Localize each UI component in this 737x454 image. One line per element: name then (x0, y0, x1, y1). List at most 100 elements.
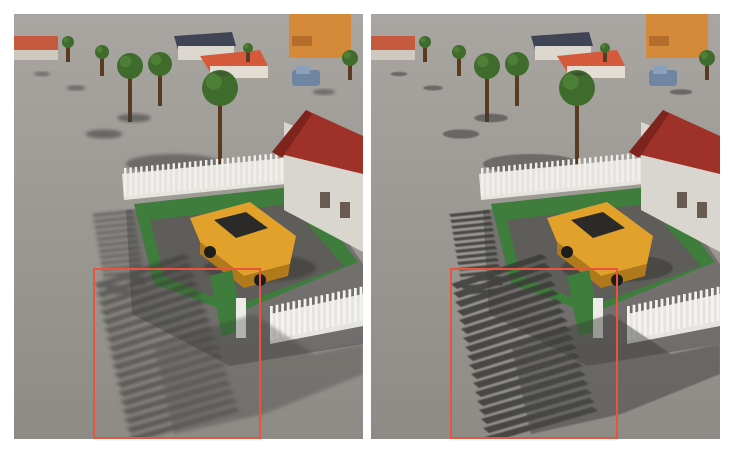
fence-picket (583, 157, 586, 186)
tree-shadow (33, 71, 51, 77)
tree-canopy-highlight (507, 54, 519, 66)
tree-canopy (452, 45, 466, 59)
house-window (340, 202, 350, 218)
fence-picket (275, 153, 278, 182)
tree-canopy (699, 50, 715, 66)
tree-canopy (505, 52, 529, 76)
tree-canopy-highlight (119, 55, 132, 68)
fence-picket (626, 153, 630, 182)
fence-picket (161, 164, 165, 193)
tree-canopy-highlight (244, 44, 249, 49)
fence-picket (253, 155, 256, 184)
distant-roof (371, 36, 415, 50)
fence-picket (199, 160, 202, 189)
fence-picket (711, 288, 714, 322)
fence-picket (167, 163, 170, 192)
tree-canopy (474, 53, 500, 79)
fence-picket (232, 157, 235, 186)
tree-canopy (62, 36, 74, 48)
distant-window (292, 36, 312, 46)
tree-canopy-highlight (205, 73, 222, 90)
fence-picket (694, 291, 697, 326)
tree-canopy (95, 45, 109, 59)
tree-canopy (600, 43, 610, 53)
fence-picket (524, 163, 527, 192)
fence-picket (508, 165, 511, 194)
fence-picket (616, 154, 619, 183)
fence-picket (599, 156, 603, 185)
fence-picket (497, 166, 500, 195)
car-wheel (204, 246, 216, 258)
tree-canopy-highlight (476, 55, 489, 68)
distant-house-wall (14, 50, 58, 60)
fence-picket (556, 160, 559, 189)
scene-left (14, 14, 363, 439)
fence-picket (178, 162, 181, 191)
fence-picket (226, 157, 229, 186)
fence-picket (359, 286, 363, 321)
car-wheel (561, 246, 573, 258)
fence-picket (205, 160, 208, 189)
comparison-figure (0, 0, 737, 454)
fence-picket (140, 166, 143, 195)
fence-picket (156, 164, 159, 193)
fence-picket (320, 295, 324, 330)
tree-shadow (442, 129, 480, 139)
fence-picket (342, 290, 346, 325)
tree-canopy-highlight (700, 51, 708, 59)
fence-picket (221, 158, 224, 187)
render-left-panel (14, 14, 363, 439)
fence-picket (589, 157, 592, 186)
tree-canopy (148, 52, 172, 76)
fence-picket (183, 162, 186, 191)
house-window (677, 192, 687, 208)
fence-picket (655, 300, 658, 334)
fence-picket (259, 154, 262, 183)
fence-picket (545, 161, 549, 190)
tree-shadow (66, 85, 86, 91)
fence-picket (348, 289, 352, 324)
tree-canopy-highlight (343, 51, 351, 59)
fence-picket (677, 295, 681, 330)
fence-picket (337, 291, 340, 326)
tree-shadow (215, 72, 229, 76)
fence-picket (535, 162, 538, 191)
fence-picket (660, 298, 664, 333)
fence-picket (716, 286, 720, 321)
fence-picket (649, 301, 653, 336)
fence-picket (502, 165, 505, 194)
fence-picket (621, 154, 624, 183)
fence-picket (572, 158, 576, 187)
fence-picket (551, 161, 554, 190)
fence-picket (671, 296, 675, 331)
fence-picket (594, 156, 597, 185)
fence-picket (151, 165, 154, 194)
distant-house-wall (371, 50, 415, 60)
distant-truck-cab (296, 66, 310, 74)
fence-picket (264, 154, 267, 183)
fence-picket (292, 301, 296, 336)
fence-picket (705, 289, 709, 324)
fence-picket (145, 165, 148, 194)
tree-shadow (572, 72, 586, 76)
scene-right (371, 14, 720, 439)
tree-canopy-highlight (453, 46, 460, 53)
fence-picket (326, 294, 329, 328)
fence-picket (194, 161, 197, 190)
house-window (320, 192, 330, 208)
fence-picket (578, 158, 581, 187)
fence-picket (298, 300, 301, 334)
fence-picket (610, 155, 613, 184)
fence-picket (303, 298, 307, 333)
fence-picket (314, 296, 318, 331)
fence-picket (286, 302, 290, 337)
fence-picket (491, 166, 495, 195)
fence-picket (242, 156, 246, 185)
fence-picket (683, 294, 686, 328)
tree-shadow (423, 85, 443, 91)
fence-picket (540, 162, 543, 191)
fence-picket (699, 290, 703, 325)
fence-picket (562, 160, 565, 189)
fence-picket (237, 156, 240, 185)
fence-picket (643, 302, 647, 337)
